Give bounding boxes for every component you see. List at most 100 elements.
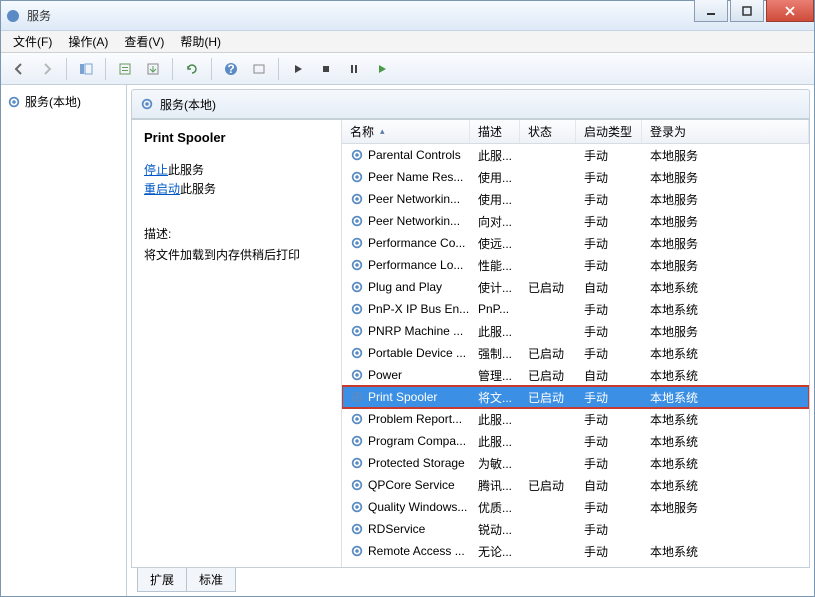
service-row[interactable]: Problem Report...此服...手动本地系统 [342, 408, 809, 430]
service-row[interactable]: Peer Name Res...使用...手动本地服务 [342, 166, 809, 188]
help-button[interactable]: ? [219, 57, 243, 81]
back-button[interactable] [7, 57, 31, 81]
gear-icon [350, 214, 364, 228]
cell-startup: 手动 [576, 191, 642, 208]
description-text: 将文件加载到内存供稍后打印 [144, 246, 329, 263]
content-pane: 服务(本地) Print Spooler 停止此服务 重启动此服务 描述: 将文… [127, 85, 814, 596]
gear-icon [350, 522, 364, 536]
minimize-button[interactable] [694, 0, 728, 22]
column-desc[interactable]: 描述 [470, 120, 520, 143]
cell-logon: 本地系统 [642, 345, 809, 362]
cell-desc: 优质... [470, 499, 520, 516]
service-row[interactable]: Parental Controls此服...手动本地服务 [342, 144, 809, 166]
window-title: 服务 [27, 7, 810, 24]
cell-desc: 使远... [470, 235, 520, 252]
content-header: 服务(本地) [131, 89, 810, 119]
service-row[interactable]: PnP-X IP Bus En...PnP...手动本地系统 [342, 298, 809, 320]
service-row[interactable]: Plug and Play使计...已启动自动本地系统 [342, 276, 809, 298]
cell-name: Peer Networkin... [342, 192, 470, 206]
menu-view[interactable]: 查看(V) [116, 31, 172, 52]
cell-logon: 本地系统 [642, 301, 809, 318]
sort-asc-icon: ▴ [380, 126, 385, 137]
service-row[interactable]: Quality Windows...优质...手动本地服务 [342, 496, 809, 518]
service-row[interactable]: Protected Storage为敏...手动本地系统 [342, 452, 809, 474]
service-row[interactable]: QPCore Service腾讯...已启动自动本地系统 [342, 474, 809, 496]
gear-icon [350, 478, 364, 492]
cell-logon: 本地系统 [642, 455, 809, 472]
cell-name: Problem Report... [342, 412, 470, 426]
menu-help[interactable]: 帮助(H) [172, 31, 229, 52]
cell-desc: 腾讯... [470, 477, 520, 494]
service-row[interactable]: Portable Device ...强制...已启动手动本地系统 [342, 342, 809, 364]
gear-icon [350, 302, 364, 316]
cell-logon: 本地系统 [642, 367, 809, 384]
cell-startup: 手动 [576, 257, 642, 274]
toolbar-extra-button[interactable] [247, 57, 271, 81]
cell-startup: 手动 [576, 543, 642, 560]
cell-logon: 本地系统 [642, 279, 809, 296]
tree-node-services-local[interactable]: 服务(本地) [5, 91, 122, 112]
gear-icon [350, 500, 364, 514]
cell-logon: 本地系统 [642, 411, 809, 428]
service-list[interactable]: 名称▴ 描述 状态 启动类型 登录为 Parental Controls此服..… [342, 120, 809, 567]
tab-extended[interactable]: 扩展 [137, 568, 187, 592]
cell-desc: 无论... [470, 543, 520, 560]
cell-name: Performance Lo... [342, 258, 470, 272]
column-startup[interactable]: 启动类型 [576, 120, 642, 143]
restart-service-button[interactable] [370, 57, 394, 81]
restart-service-link[interactable]: 重启动 [144, 182, 180, 196]
column-logon[interactable]: 登录为 [642, 120, 809, 143]
cell-desc: 此服... [470, 323, 520, 340]
cell-name: Power [342, 368, 470, 382]
show-hide-tree-button[interactable] [74, 57, 98, 81]
gear-icon [350, 434, 364, 448]
cell-logon: 本地服务 [642, 191, 809, 208]
stop-service-button[interactable] [314, 57, 338, 81]
service-row[interactable]: Peer Networkin...向对...手动本地服务 [342, 210, 809, 232]
menu-file[interactable]: 文件(F) [5, 31, 60, 52]
refresh-button[interactable] [180, 57, 204, 81]
properties-button[interactable] [113, 57, 137, 81]
service-row[interactable]: Peer Networkin...使用...手动本地服务 [342, 188, 809, 210]
cell-startup: 手动 [576, 213, 642, 230]
list-header: 名称▴ 描述 状态 启动类型 登录为 [342, 120, 809, 144]
service-row[interactable]: Print Spooler将文...已启动手动本地系统 [342, 386, 809, 408]
service-row[interactable]: Remote Access ...无论...手动本地系统 [342, 540, 809, 562]
cell-name: PnP-X IP Bus En... [342, 302, 470, 316]
cell-logon: 本地系统 [642, 433, 809, 450]
service-row[interactable]: Program Compa...此服...手动本地系统 [342, 430, 809, 452]
cell-startup: 手动 [576, 235, 642, 252]
service-row[interactable]: Power管理...已启动自动本地系统 [342, 364, 809, 386]
cell-desc: 锐动... [470, 521, 520, 538]
forward-button[interactable] [35, 57, 59, 81]
gear-icon [350, 280, 364, 294]
cell-logon: 本地服务 [642, 323, 809, 340]
stop-service-link[interactable]: 停止 [144, 163, 168, 177]
gear-icon [5, 8, 21, 24]
start-service-button[interactable] [286, 57, 310, 81]
close-button[interactable] [766, 0, 814, 22]
gear-icon [350, 456, 364, 470]
maximize-button[interactable] [730, 0, 764, 22]
column-status[interactable]: 状态 [520, 120, 576, 143]
cell-startup: 自动 [576, 367, 642, 384]
menu-action[interactable]: 操作(A) [60, 31, 116, 52]
gear-icon [350, 148, 364, 162]
titlebar[interactable]: 服务 [1, 1, 814, 31]
separator [105, 58, 106, 80]
export-button[interactable] [141, 57, 165, 81]
column-name[interactable]: 名称▴ [342, 120, 470, 143]
pause-service-button[interactable] [342, 57, 366, 81]
cell-desc: 为敏... [470, 455, 520, 472]
cell-name: Plug and Play [342, 280, 470, 294]
cell-name: Print Spooler [342, 390, 470, 404]
service-row[interactable]: Performance Lo...性能...手动本地服务 [342, 254, 809, 276]
services-window: 服务 文件(F) 操作(A) 查看(V) 帮助(H) ? [0, 0, 815, 597]
service-row[interactable]: Performance Co...使远...手动本地服务 [342, 232, 809, 254]
gear-icon [7, 95, 21, 109]
service-row[interactable]: PNRP Machine ...此服...手动本地服务 [342, 320, 809, 342]
cell-desc: 性能... [470, 257, 520, 274]
tab-standard[interactable]: 标准 [186, 568, 236, 592]
service-row[interactable]: RDService锐动...手动 [342, 518, 809, 540]
cell-logon: 本地系统 [642, 543, 809, 560]
